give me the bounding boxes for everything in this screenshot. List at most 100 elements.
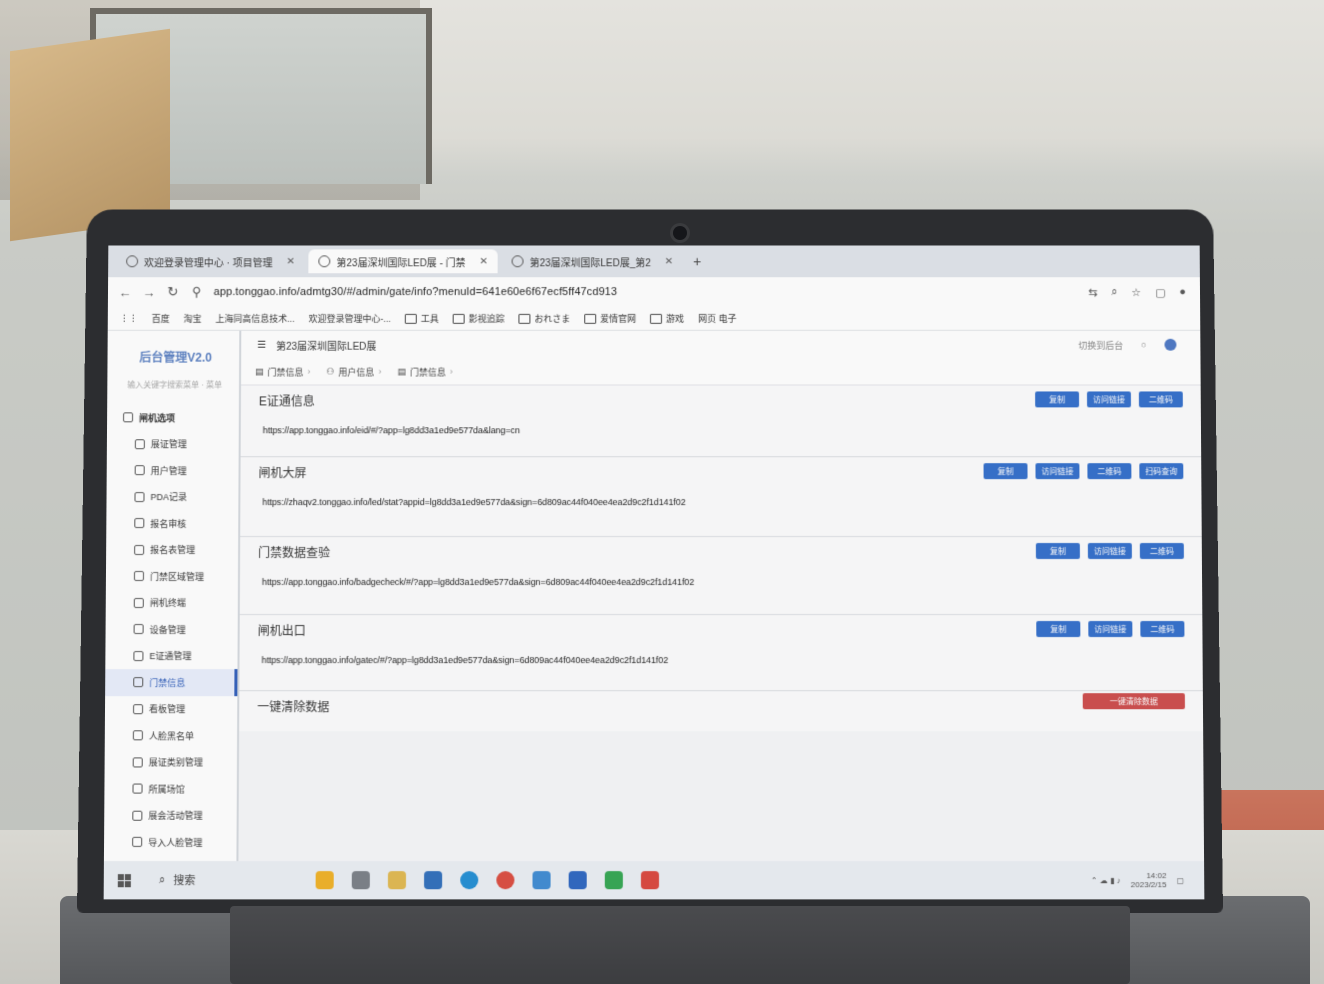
browser-actions: ⇆ ⌕ ☆ ▢ ● xyxy=(1088,286,1200,299)
browser-tab-1[interactable]: 欢迎登录管理中心 · 项目管理 ✕ xyxy=(116,249,305,273)
sidebar-item[interactable]: 设备管理 xyxy=(105,616,237,643)
taskbar-apps xyxy=(315,871,660,890)
qrcode-button[interactable]: 二维码 xyxy=(1087,463,1132,480)
sidebar-item[interactable]: 用户管理 xyxy=(107,457,239,483)
qrcode-button[interactable]: 二维码 xyxy=(1138,391,1183,408)
visit-link-button[interactable]: 访问链接 xyxy=(1087,543,1132,560)
terminal-icon xyxy=(133,597,144,608)
clock[interactable]: 14:02 2023/2/15 xyxy=(1131,871,1167,889)
bookmark-item[interactable]: 网页 电子 xyxy=(698,312,736,325)
site-settings-icon[interactable]: ⚲ xyxy=(190,284,204,300)
gate-info-icon xyxy=(133,677,144,688)
back-icon[interactable]: ← xyxy=(118,285,132,300)
windows-start-icon[interactable] xyxy=(117,873,131,887)
visit-link-button[interactable]: 访问链接 xyxy=(1086,391,1131,408)
bookmark-item[interactable]: 淘宝 xyxy=(184,312,202,325)
menu-search-input[interactable]: 输入关键字搜索菜单 · 菜单 xyxy=(107,366,239,391)
sidebar-item[interactable]: 报名表管理 xyxy=(106,537,238,563)
profile-icon[interactable]: ● xyxy=(1179,286,1186,299)
section-url: https://app.tonggao.info/gatec/#/?app=lg… xyxy=(261,655,669,666)
visit-link-button[interactable]: 访问链接 xyxy=(1088,621,1133,638)
wechat-icon[interactable] xyxy=(604,871,624,890)
taskbar-search-label: 搜索 xyxy=(173,875,196,888)
copy-button[interactable]: 复制 xyxy=(1036,621,1081,638)
sidebar-item[interactable]: 展证管理 xyxy=(107,431,239,457)
sidebar-item[interactable]: 导入人脸管理 xyxy=(104,829,237,856)
browser-tab-2[interactable]: 第23届深圳国际LED展 - 门禁 ✕ xyxy=(308,249,498,274)
forward-icon[interactable]: → xyxy=(142,285,156,300)
clear-data-button[interactable]: 一键清除数据 xyxy=(1082,693,1185,710)
sidebar-item-active[interactable]: 门禁信息 xyxy=(105,669,238,696)
bookmark-item[interactable]: 百度 xyxy=(152,312,170,325)
file-explorer-icon[interactable] xyxy=(388,871,407,890)
section-clear-data: 一键清除数据 一键清除数据 xyxy=(239,691,1204,732)
settings-icon[interactable]: ○ xyxy=(1141,340,1146,350)
sidebar-item[interactable]: 门禁区域管理 xyxy=(106,563,238,589)
sidebar-item[interactable]: 人脸黑名单 xyxy=(105,722,237,749)
breadcrumb-tab[interactable]: ▤ 门禁信息 › xyxy=(255,365,310,378)
app-icon[interactable] xyxy=(532,871,551,890)
avatar[interactable] xyxy=(1164,338,1177,351)
close-icon[interactable]: › xyxy=(307,367,310,377)
close-icon[interactable]: ✕ xyxy=(479,256,487,267)
sidebar-group-gate[interactable]: 闸机选项 xyxy=(107,404,239,430)
sidebar-item[interactable]: 看板管理 xyxy=(105,696,237,723)
section-buttons: 复制 访问链接 二维码 xyxy=(1035,543,1184,560)
sidebar-item[interactable]: 闸机终端 xyxy=(106,590,238,617)
switch-backend-link[interactable]: 切换到后台 xyxy=(1078,338,1123,351)
translate-icon[interactable]: ⇆ xyxy=(1088,286,1097,299)
breadcrumb-tab[interactable]: ▤ 门禁信息 › xyxy=(397,365,452,378)
zoom-icon[interactable]: ⌕ xyxy=(1111,286,1117,299)
new-tab-button[interactable]: + xyxy=(687,253,707,269)
extensions-icon[interactable]: ▢ xyxy=(1155,286,1165,299)
wps-icon[interactable] xyxy=(641,871,660,890)
apps-icon[interactable]: ⋮⋮ xyxy=(120,313,138,324)
star-icon[interactable]: ☆ xyxy=(1131,286,1141,299)
bookmarks-bar: ⋮⋮ 百度 淘宝 上海同高信息技术... 欢迎登录管理中心-... 工具 影视追… xyxy=(107,306,1201,331)
bookmark-item[interactable]: 欢迎登录管理中心-... xyxy=(309,312,391,325)
form-icon xyxy=(134,544,145,555)
sidebar-item-label: 闸机终端 xyxy=(149,598,186,609)
bookmark-folder[interactable]: 游戏 xyxy=(650,312,684,325)
breadcrumb-tab[interactable]: ⚇ 用户信息 › xyxy=(326,365,381,378)
visit-link-button[interactable]: 访问链接 xyxy=(1035,463,1080,480)
sidebar-item[interactable]: E证通管理 xyxy=(105,643,237,670)
scan-query-button[interactable]: 扫码查询 xyxy=(1139,463,1184,480)
close-icon[interactable]: › xyxy=(450,367,453,377)
taskbar-search[interactable]: ⌕ 搜索 xyxy=(159,872,195,888)
edge-icon[interactable] xyxy=(460,871,479,890)
app-icon[interactable] xyxy=(568,871,587,890)
reload-icon[interactable]: ↻ xyxy=(166,284,180,300)
chrome-icon[interactable] xyxy=(496,871,515,890)
windows-taskbar: ⌕ 搜索 ⌃ ☁ ▮ ♪ 14:02 2023/2/15 ▢ xyxy=(103,861,1205,900)
close-icon[interactable]: ✕ xyxy=(665,256,673,267)
copy-button[interactable]: 复制 xyxy=(1035,543,1080,560)
sidebar-item[interactable]: 报名审核 xyxy=(106,510,238,536)
sidebar-item[interactable]: 所属场馆 xyxy=(104,776,237,803)
qrcode-button[interactable]: 二维码 xyxy=(1139,543,1184,560)
store-icon[interactable] xyxy=(424,871,443,890)
close-icon[interactable]: ✕ xyxy=(286,256,294,267)
bookmark-folder[interactable]: 影视追踪 xyxy=(452,312,505,325)
sidebar-item[interactable]: 展会活动管理 xyxy=(104,802,237,829)
sidebar-item[interactable]: PDA记录 xyxy=(106,484,238,510)
browser-tab-3[interactable]: 第23届深圳国际LED展_第2 ✕ xyxy=(502,249,683,273)
system-tray: ⌃ ☁ ▮ ♪ 14:02 2023/2/15 ▢ xyxy=(1091,871,1205,889)
sidebar-item[interactable]: 展证类别管理 xyxy=(105,749,237,776)
url-field[interactable]: app.tonggao.info/admtg30/#/admin/gate/in… xyxy=(214,286,618,298)
copy-button[interactable]: 复制 xyxy=(983,463,1028,480)
widgets-icon[interactable] xyxy=(315,871,334,890)
qrcode-button[interactable]: 二维码 xyxy=(1140,621,1185,638)
menu-toggle-icon[interactable]: ☰ xyxy=(257,339,266,350)
bookmark-folder[interactable]: 爱情官网 xyxy=(584,312,636,325)
task-view-icon[interactable] xyxy=(351,871,371,890)
notification-icon[interactable]: ▢ xyxy=(1177,876,1185,885)
bookmark-folder[interactable]: 工具 xyxy=(404,312,439,325)
breadcrumb-label: 用户信息 xyxy=(338,367,375,378)
close-icon[interactable]: › xyxy=(378,367,381,377)
bookmark-item[interactable]: 上海同高信息技术... xyxy=(215,312,294,325)
bookmark-folder[interactable]: おれさま xyxy=(518,312,571,325)
tray-icons[interactable]: ⌃ ☁ ▮ ♪ xyxy=(1091,876,1121,885)
copy-button[interactable]: 复制 xyxy=(1035,391,1080,408)
board-icon xyxy=(133,703,144,714)
